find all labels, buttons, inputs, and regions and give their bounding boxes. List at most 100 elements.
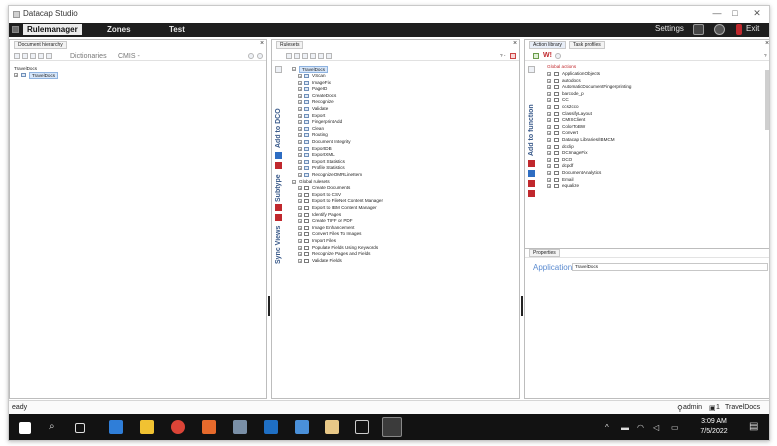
minimize-button[interactable]: — <box>709 8 725 18</box>
expand-icon[interactable]: + <box>547 98 551 103</box>
expand-icon[interactable]: + <box>547 151 551 156</box>
edge-icon[interactable] <box>109 420 123 434</box>
close-button[interactable]: ✕ <box>749 8 765 19</box>
down-icon[interactable] <box>326 53 332 59</box>
right-splitter[interactable] <box>521 296 523 316</box>
expand-icon[interactable]: + <box>298 166 302 171</box>
expand-icon[interactable]: + <box>298 80 302 85</box>
app-icon-5[interactable] <box>325 420 339 434</box>
maximize-button[interactable]: □ <box>727 8 743 18</box>
action-library-item[interactable]: AutomaticDocumentFingerprinting <box>562 84 631 89</box>
refresh-icon[interactable] <box>533 53 539 59</box>
expand-icon[interactable]: + <box>547 184 551 189</box>
collapse-icon[interactable]: − <box>292 179 296 184</box>
action-library-item[interactable]: equalize <box>562 183 579 188</box>
ruleset-item[interactable]: RecognizeOMRLineItem <box>312 172 362 177</box>
ruleset-item[interactable]: CreateDocs <box>312 93 336 98</box>
side-pin-icon[interactable] <box>275 66 282 73</box>
ruleset-item[interactable]: Clean <box>312 126 324 131</box>
expand-icon[interactable]: + <box>547 138 551 143</box>
left-splitter[interactable] <box>268 296 270 316</box>
ruleset-item[interactable]: FingerprintAdd <box>312 119 342 124</box>
network-icon[interactable]: ▬ <box>621 423 629 432</box>
menu-zones[interactable]: Zones <box>107 25 131 34</box>
wifi-icon[interactable]: ◠ <box>637 423 644 432</box>
side-clear-icon[interactable] <box>528 190 535 197</box>
global-ruleset-item[interactable]: Create Documents <box>312 185 350 190</box>
expand-icon[interactable]: + <box>298 186 302 191</box>
action-library-item[interactable]: dcclip <box>562 144 574 149</box>
global-ruleset-item[interactable]: Import Files <box>312 238 336 243</box>
side-remove-icon[interactable] <box>275 162 282 169</box>
up-icon[interactable] <box>318 53 324 59</box>
user-icon[interactable] <box>693 24 704 35</box>
expand-icon[interactable]: + <box>547 124 551 129</box>
app-icon-4[interactable] <box>295 420 309 434</box>
expand-icon[interactable]: + <box>547 85 551 90</box>
tab-document-hierarchy[interactable]: Document hierarchy <box>14 41 67 49</box>
expand-icon[interactable]: + <box>547 78 551 83</box>
action-library-item[interactable]: Datacap Libraries/IBMCM <box>562 137 615 142</box>
expand-icon[interactable]: + <box>298 173 302 178</box>
app-icon-3[interactable] <box>264 420 278 434</box>
search-icon[interactable]: ⌕ <box>49 421 55 432</box>
close-pane-button[interactable]: × <box>513 40 517 47</box>
tree-item-traveldocs[interactable]: TravelDocs <box>29 72 59 79</box>
global-ruleset-item[interactable]: Export to IBM Content Manager <box>312 205 377 210</box>
side-pin-icon[interactable] <box>528 66 535 73</box>
expand-icon[interactable]: + <box>298 120 302 125</box>
expand-icon[interactable]: + <box>298 225 302 230</box>
ruleset-item[interactable]: ExportXML <box>312 152 335 157</box>
clock-time[interactable]: 3:09 AM <box>694 418 734 425</box>
wf-icon[interactable]: W! <box>543 52 552 59</box>
expand-icon[interactable]: + <box>298 140 302 145</box>
ruleset-item[interactable]: Profile Statistics <box>312 165 345 170</box>
expand-icon[interactable]: + <box>298 159 302 164</box>
tab-task-profiles[interactable]: Task profiles <box>569 41 605 49</box>
action-library-item[interactable]: ClassifyLayout <box>562 111 592 116</box>
volume-icon[interactable]: ◁ <box>653 423 659 432</box>
expand-icon[interactable]: + <box>547 105 551 110</box>
dictionaries-button[interactable]: Dictionaries <box>70 53 107 60</box>
expand-icon[interactable]: + <box>298 87 302 92</box>
expand-icon[interactable]: + <box>298 133 302 138</box>
ruleset-item[interactable]: Routing <box>312 132 328 137</box>
start-icon[interactable] <box>19 422 31 434</box>
expand-icon[interactable]: + <box>298 93 302 98</box>
close-pane-button[interactable]: × <box>765 40 769 47</box>
expand-icon[interactable]: + <box>298 153 302 158</box>
task-view-icon[interactable] <box>75 423 85 433</box>
tab-properties[interactable]: Properties <box>529 249 560 257</box>
expand-icon[interactable]: + <box>298 100 302 105</box>
expand-icon[interactable]: + <box>547 177 551 182</box>
action-library-item[interactable]: ApplicationObjects <box>562 71 600 76</box>
action-library-item[interactable]: ccs2cco <box>562 104 579 109</box>
settings-icon[interactable] <box>555 53 561 59</box>
chrome-icon[interactable] <box>171 420 185 434</box>
global-ruleset-item[interactable]: Convert Files To Images <box>312 231 361 236</box>
action-library-item[interactable]: autodocs <box>562 78 581 83</box>
expand-icon[interactable]: + <box>298 239 302 244</box>
down-icon[interactable] <box>46 53 52 59</box>
action-library-item[interactable]: DocumentAnalytics <box>562 170 601 175</box>
expand-icon[interactable]: + <box>547 164 551 169</box>
expand-icon[interactable]: + <box>298 192 302 197</box>
action-library-item[interactable]: Convert <box>562 130 578 135</box>
side-action-icon[interactable] <box>275 152 282 159</box>
new-ruleset-icon[interactable] <box>286 53 292 59</box>
search-icon[interactable] <box>248 53 254 59</box>
global-ruleset-item[interactable]: Export to FileNet Content Manager <box>312 198 383 203</box>
ruleset-item[interactable]: ImageFix <box>312 80 331 85</box>
ruleset-item[interactable]: Export Statistics <box>312 159 345 164</box>
close-pane-button[interactable]: × <box>260 40 264 47</box>
expand-icon[interactable]: + <box>298 258 302 263</box>
app-icon-2[interactable] <box>233 420 247 434</box>
record-icon[interactable] <box>510 53 516 59</box>
global-ruleset-item[interactable]: Recognize Pages and Fields <box>312 251 370 256</box>
action-library-item[interactable]: dcpdf <box>562 163 573 168</box>
side-delete-icon[interactable] <box>528 180 535 187</box>
action-library-item[interactable]: CMISClient <box>562 117 585 122</box>
keyboard-icon[interactable]: ▭ <box>671 423 679 432</box>
scrollbar[interactable] <box>765 70 769 130</box>
expand-icon[interactable]: + <box>298 219 302 224</box>
